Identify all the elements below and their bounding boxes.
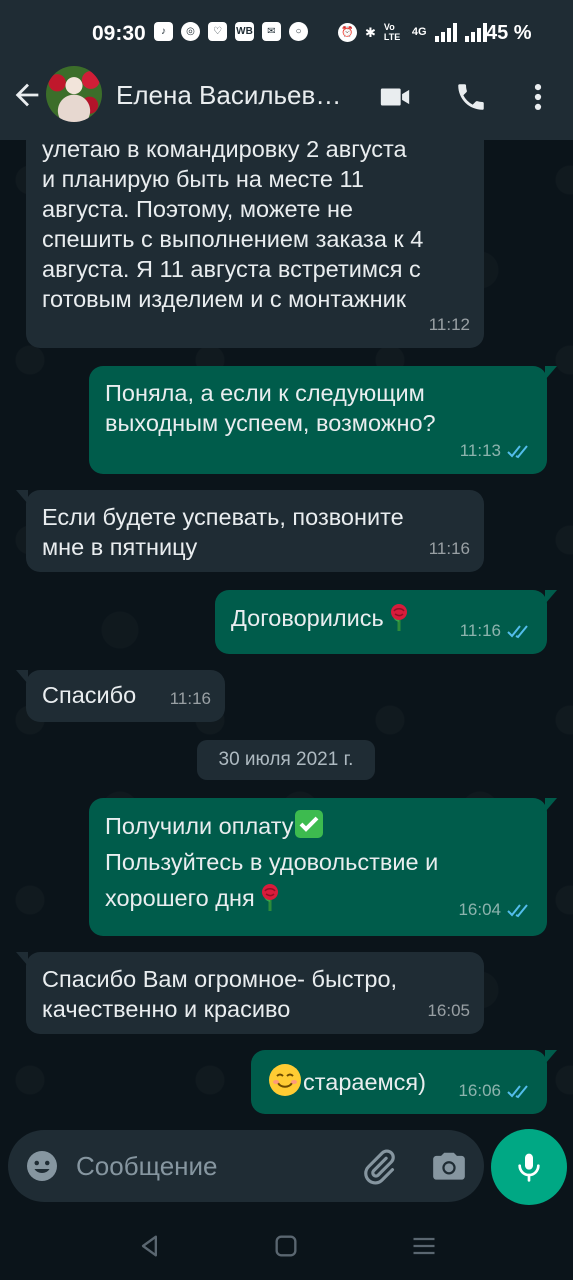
message-text: Спасибо Вам огромное- быстро, качественн… [42,966,398,1022]
bubble-tail [545,590,557,604]
contact-name[interactable]: Елена Васильев… [116,80,341,111]
mail-icon: ✉ [262,22,281,41]
message-text: улетаю в командировку 2 августа и планир… [42,140,424,312]
bubble-tail [545,1050,557,1064]
bubble-tail [545,798,557,812]
paperclip-icon[interactable] [360,1148,398,1186]
app-notification-icon: ♡ [208,22,227,41]
smiling-face-emoji-icon [269,1064,301,1096]
battery-level: 45 % [486,22,532,44]
signal-strength-icon [464,22,487,42]
emoji-icon[interactable] [24,1148,60,1184]
alarm-icon: ⏰ [338,22,357,42]
rose-emoji-icon [390,604,407,631]
tiktok-icon: ♪ [154,22,173,41]
notification-icons: ♪ ◎ ♡ WB ✉ ○ [154,22,308,41]
video-call-icon[interactable] [378,80,412,114]
double-check-icon [507,625,528,639]
message-incoming[interactable]: Спасибо 11:16 [16,670,225,722]
nav-home-icon[interactable] [272,1232,300,1260]
more-vertical-icon[interactable] [521,80,555,114]
message-text: Если будете успевать, позвоните мне в пя… [42,504,404,560]
date-divider: 30 июля 2021 г. [197,740,375,780]
message-time: 11:16 [459,621,501,640]
wildberries-icon: WB [235,22,254,41]
system-navigation-bar [0,1210,573,1280]
signal-strength-icon [434,22,457,42]
message-meta: 16:04 [458,892,533,928]
message-text: Пользуйтесь в удовольствие и [105,849,439,875]
bubble-tail [16,490,28,504]
message-time: 11:16 [428,539,470,558]
rose-emoji-icon [261,884,278,911]
message-incoming[interactable]: Если будете успевать, позвоните мне в пя… [16,490,484,572]
message-meta: 11:13 [460,436,533,466]
message-text: Поняла, а если к следующим выходным успе… [105,380,436,436]
nav-recents-icon[interactable] [410,1232,438,1260]
phone-icon[interactable] [454,80,488,114]
message-time: 16:06 [458,1081,501,1100]
system-icons: ⏰ ✱ Vo LTE 4G [338,22,487,42]
message-meta: 11:16 [170,684,211,714]
nav-back-icon[interactable] [136,1232,164,1260]
message-meta: 16:05 [427,996,470,1026]
message-meta: 16:06 [458,1076,533,1106]
message-text: Спасибо [42,682,137,708]
message-outgoing[interactable]: Договорились 11:16 [215,590,557,654]
message-text: стараемся) [303,1069,426,1095]
message-time: 11:12 [428,315,470,334]
message-incoming[interactable]: улетаю в командировку 2 августа и планир… [26,140,484,348]
message-outgoing[interactable]: Получили оплату Пользуйтесь в удовольств… [89,798,557,936]
message-time: 16:05 [427,1001,470,1020]
double-check-icon [507,904,528,918]
message-time: 11:16 [169,689,211,708]
message-composer [8,1130,484,1202]
avatar[interactable] [46,66,102,122]
bluetooth-icon: ✱ [365,24,376,40]
search-notification-icon: ○ [289,22,308,41]
message-input[interactable] [76,1148,346,1184]
volte-label: Vo LTE [383,22,401,42]
message-meta: 11:12 [429,310,470,340]
message-outgoing[interactable]: Поняла, а если к следующим выходным успе… [89,366,557,474]
message-meta: 11:16 [460,616,533,646]
message-incoming[interactable]: Спасибо Вам огромное- быстро, качественн… [16,952,484,1034]
double-check-icon [507,445,528,459]
camera-icon[interactable] [430,1148,468,1186]
message-outgoing[interactable]: стараемся) 16:06 [251,1050,557,1114]
voice-record-button[interactable] [491,1129,567,1205]
message-time: 16:04 [458,900,501,919]
message-list[interactable]: улетаю в командировку 2 августа и планир… [0,140,573,1130]
bubble-tail [16,670,28,684]
app-notification-icon: ◎ [181,22,200,41]
message-text: Договорились [231,605,384,631]
message-text: Получили оплату [105,813,294,839]
message-text: хорошего дня [105,885,255,911]
check-mark-emoji-icon [295,810,324,838]
message-meta: 11:16 [429,534,470,564]
double-check-icon [507,1085,528,1099]
network-4g-label: 4G [411,25,427,38]
status-time: 09:30 [92,22,146,45]
chat-header: Елена Васильев… [0,52,573,140]
arrow-left-icon[interactable] [10,78,44,112]
message-time: 11:13 [459,441,501,460]
bubble-tail [545,366,557,380]
microphone-icon [518,1153,540,1182]
message-line: Получили оплату [105,808,531,844]
bubble-tail [16,952,28,966]
